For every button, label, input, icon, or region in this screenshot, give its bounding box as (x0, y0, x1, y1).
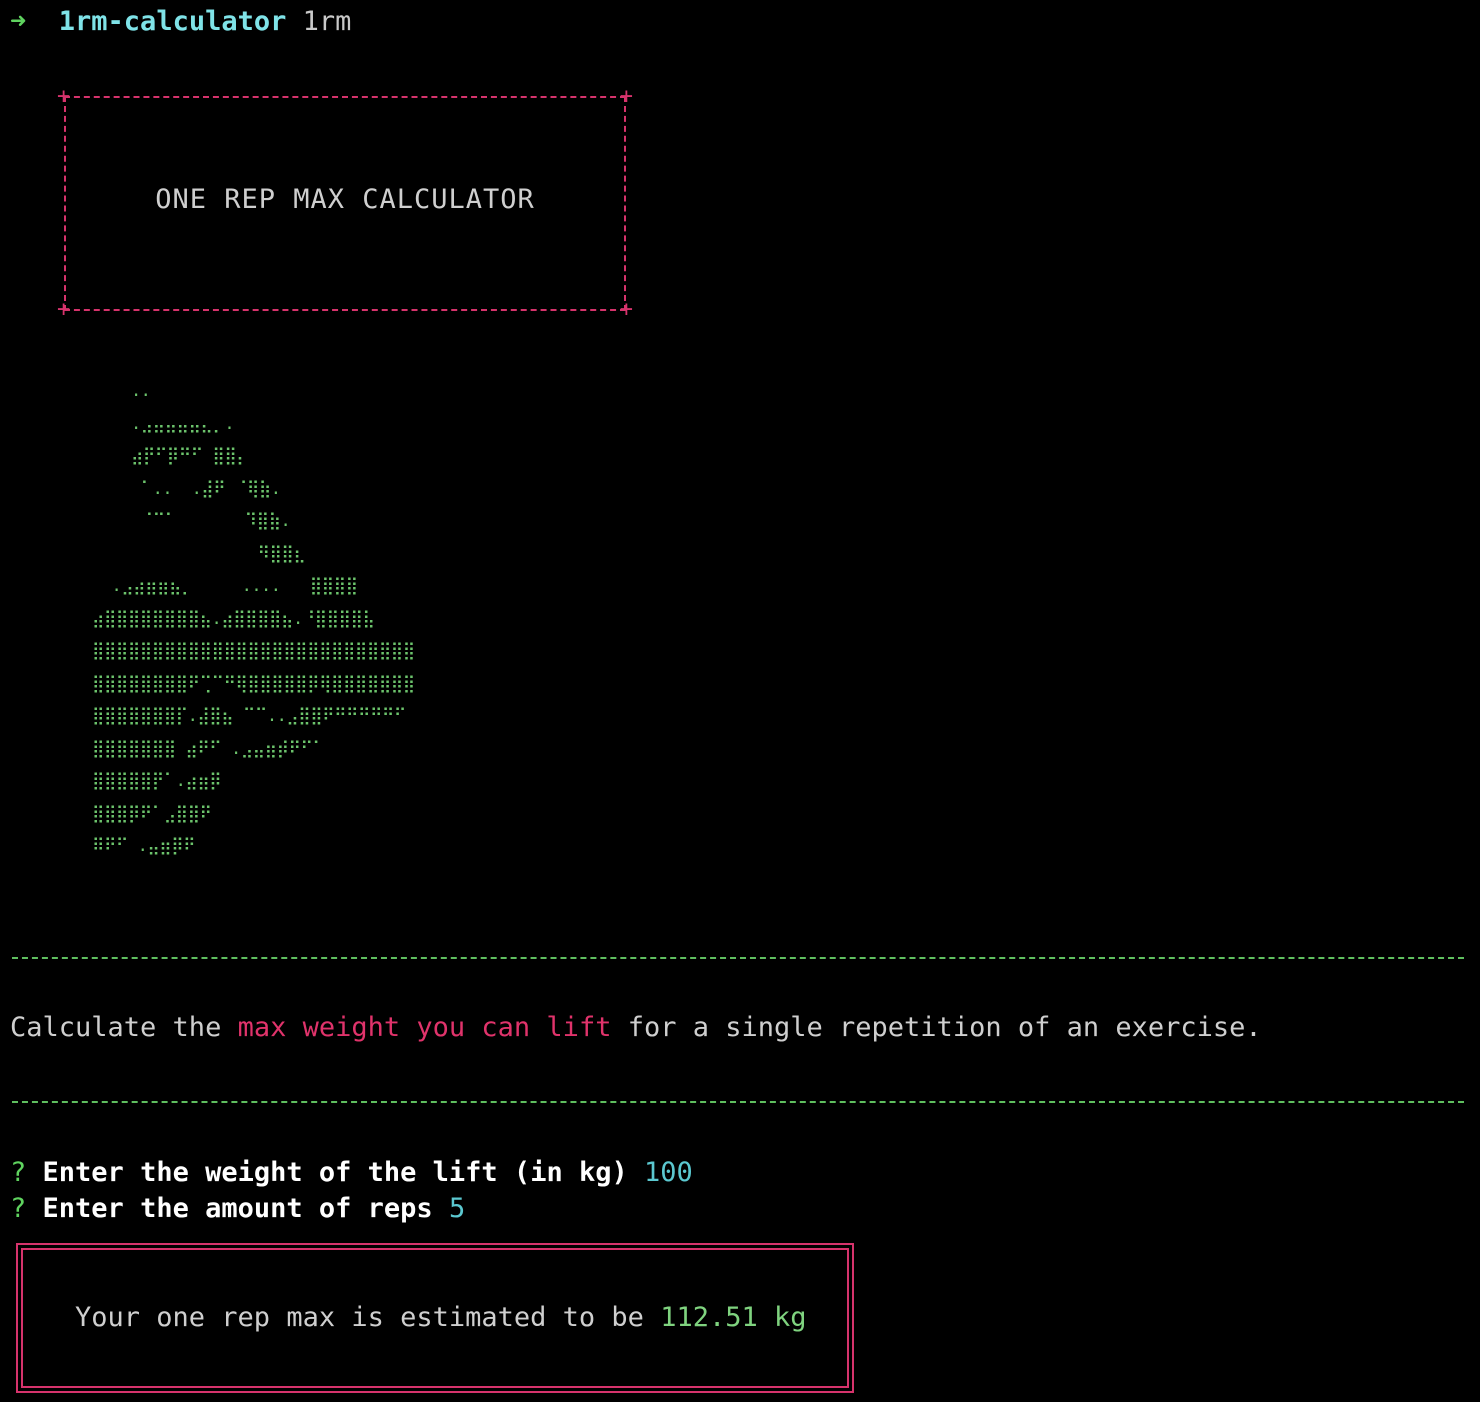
question-mark-icon: ? (10, 1157, 27, 1188)
question-label: Enter the weight of the lift (in kg) (42, 1157, 628, 1188)
description-after: for a single repetition of an exercise. (611, 1012, 1262, 1043)
question-label: Enter the amount of reps (42, 1193, 433, 1224)
description-highlight: max weight you can lift (237, 1012, 612, 1043)
flexed-arm-ascii-art: .. .⣠⣤⣤⣤⣤⣄⡀. ⣴⡟⠋⡿⠛⠋ ⣿⣿⡄ ⠁.. .⣼⠟ ⠈⢿⣷. ⠈⠉⠁… (92, 381, 415, 856)
description-line: Calculate the max weight you can lift fo… (10, 1010, 1262, 1046)
question-weight: ? Enter the weight of the lift (in kg) 1… (10, 1155, 693, 1191)
result-line: Your one rep max is estimated to be 112.… (75, 1300, 807, 1336)
question-reps: ? Enter the amount of reps 5 (10, 1191, 465, 1227)
separator (12, 1101, 1464, 1103)
reps-answer[interactable]: 5 (449, 1193, 465, 1224)
prompt-command: 1rm (302, 6, 352, 37)
result-value: 112.51 kg (660, 1302, 807, 1333)
description-before: Calculate the (10, 1012, 238, 1043)
banner-corner: + (619, 84, 633, 109)
shell-prompt: ➜ 1rm-calculator 1rm (10, 4, 351, 40)
banner-title: ONE REP MAX CALCULATOR (155, 184, 535, 215)
prompt-directory: 1rm-calculator (58, 6, 287, 37)
prompt-arrow-icon: ➜ (10, 6, 27, 37)
result-box: Your one rep max is estimated to be 112.… (16, 1243, 854, 1393)
banner-corner: + (57, 297, 71, 322)
banner-corner: + (57, 84, 71, 109)
title-banner: + + + + ONE REP MAX CALCULATOR (57, 86, 633, 321)
weight-answer[interactable]: 100 (644, 1157, 693, 1188)
question-mark-icon: ? (10, 1193, 27, 1224)
banner-corner: + (619, 297, 633, 322)
result-text: Your one rep max is estimated to be (75, 1302, 661, 1333)
separator (12, 957, 1464, 959)
